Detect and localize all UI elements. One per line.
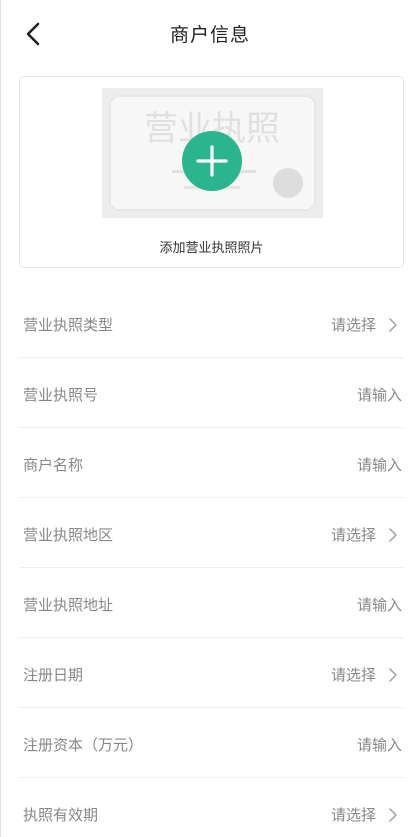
form-row-license-validity[interactable]: 执照有效期 请选择 xyxy=(19,778,404,837)
row-label: 执照有效期 xyxy=(23,806,99,824)
row-value: 请选择 xyxy=(331,664,402,685)
chevron-right-icon xyxy=(389,317,397,332)
form-row-license-address[interactable]: 营业执照地址 请输入 xyxy=(19,568,404,638)
row-value: 请选择 xyxy=(331,314,402,335)
row-value: 请选择 xyxy=(331,804,402,825)
page-title: 商户信息 xyxy=(169,24,250,46)
form-row-registered-capital[interactable]: 注册资本（万元） 请输入 xyxy=(19,708,404,778)
input-placeholder[interactable]: 请输入 xyxy=(357,454,402,475)
upload-label: 添加营业执照照片 xyxy=(159,241,264,256)
select-placeholder: 请选择 xyxy=(330,666,376,684)
row-label: 商户名称 xyxy=(23,456,84,474)
form-row-license-region[interactable]: 营业执照地区 请选择 xyxy=(19,498,404,568)
row-label: 注册资本（万元） xyxy=(23,736,144,754)
input-placeholder[interactable]: 请输入 xyxy=(357,594,402,615)
page-edge xyxy=(0,0,1,837)
row-value: 请选择 xyxy=(331,524,402,545)
row-label: 营业执照地址 xyxy=(23,596,114,614)
form-row-registration-date[interactable]: 注册日期 请选择 xyxy=(19,638,404,708)
row-label: 注册日期 xyxy=(23,666,84,684)
input-placeholder[interactable]: 请输入 xyxy=(357,734,402,755)
merchant-form: 营业执照类型 请选择 营业执照号 请输入 商户名称 请输入 营业执照地区 请选择… xyxy=(19,288,404,837)
select-placeholder: 请选择 xyxy=(330,316,376,334)
row-label: 营业执照地区 xyxy=(23,526,114,544)
chevron-right-icon xyxy=(389,807,397,822)
chevron-right-icon xyxy=(389,527,397,542)
input-placeholder[interactable]: 请输入 xyxy=(357,384,402,405)
form-row-license-type[interactable]: 营业执照类型 请选择 xyxy=(19,288,404,358)
row-label: 营业执照类型 xyxy=(23,316,114,334)
select-placeholder: 请选择 xyxy=(330,806,376,824)
row-label: 营业执照号 xyxy=(23,386,99,404)
license-upload-card[interactable]: 营业执照 添加营业执照照片 xyxy=(19,76,404,268)
add-photo-button[interactable] xyxy=(182,131,242,191)
nav-header: 商户信息 xyxy=(0,0,420,66)
chevron-right-icon xyxy=(389,667,397,682)
form-row-merchant-name[interactable]: 商户名称 请输入 xyxy=(19,428,404,498)
plus-icon xyxy=(196,145,228,177)
form-row-license-number[interactable]: 营业执照号 请输入 xyxy=(19,358,404,428)
select-placeholder: 请选择 xyxy=(330,526,376,544)
